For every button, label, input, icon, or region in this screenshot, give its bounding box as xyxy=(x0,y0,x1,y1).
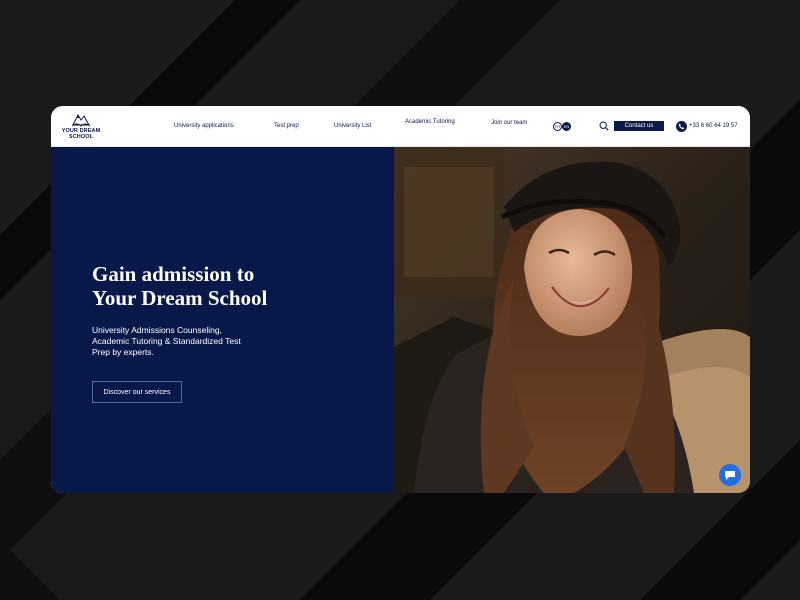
brand-name-line2: SCHOOL xyxy=(68,134,94,140)
nav-university-applications[interactable]: University applications xyxy=(174,123,234,129)
website-window: YOUR DREAM SCHOOL University application… xyxy=(51,106,750,493)
language-fr[interactable]: FR xyxy=(553,122,562,131)
hero-photo-smiling-woman xyxy=(394,147,750,493)
chat-button[interactable] xyxy=(719,464,741,486)
phone-number[interactable]: +33 6 60 64 19 57 xyxy=(689,123,738,129)
hero-subtitle: University Admissions Counseling, Academ… xyxy=(92,325,241,357)
nav-university-list[interactable]: University List xyxy=(334,123,371,129)
hero-title-line1: Gain admission to xyxy=(92,262,255,286)
top-navigation: YOUR DREAM SCHOOL University application… xyxy=(51,106,750,147)
nav-join-our-team[interactable]: Join our team xyxy=(491,120,527,126)
language-en[interactable]: EN xyxy=(562,122,571,131)
discover-services-button[interactable]: Discover our services xyxy=(92,381,182,403)
hero-title-line2: Your Dream School xyxy=(92,286,268,310)
brand-name: YOUR DREAM SCHOOL xyxy=(59,128,103,140)
nav-test-prep[interactable]: Test prep xyxy=(274,123,299,129)
hero-panel: Gain admission to Your Dream School Univ… xyxy=(51,147,394,493)
nav-academic-tutoring[interactable]: Academic Tutoring xyxy=(405,119,455,125)
phone-icon[interactable] xyxy=(676,121,687,132)
open-book-mountain-icon xyxy=(71,113,91,127)
site-logo[interactable]: YOUR DREAM SCHOOL xyxy=(59,111,103,143)
hero-title: Gain admission to Your Dream School xyxy=(92,262,352,310)
search-icon[interactable] xyxy=(599,121,609,131)
chat-icon xyxy=(725,471,735,480)
contact-us-button[interactable]: Contact us xyxy=(614,121,664,131)
